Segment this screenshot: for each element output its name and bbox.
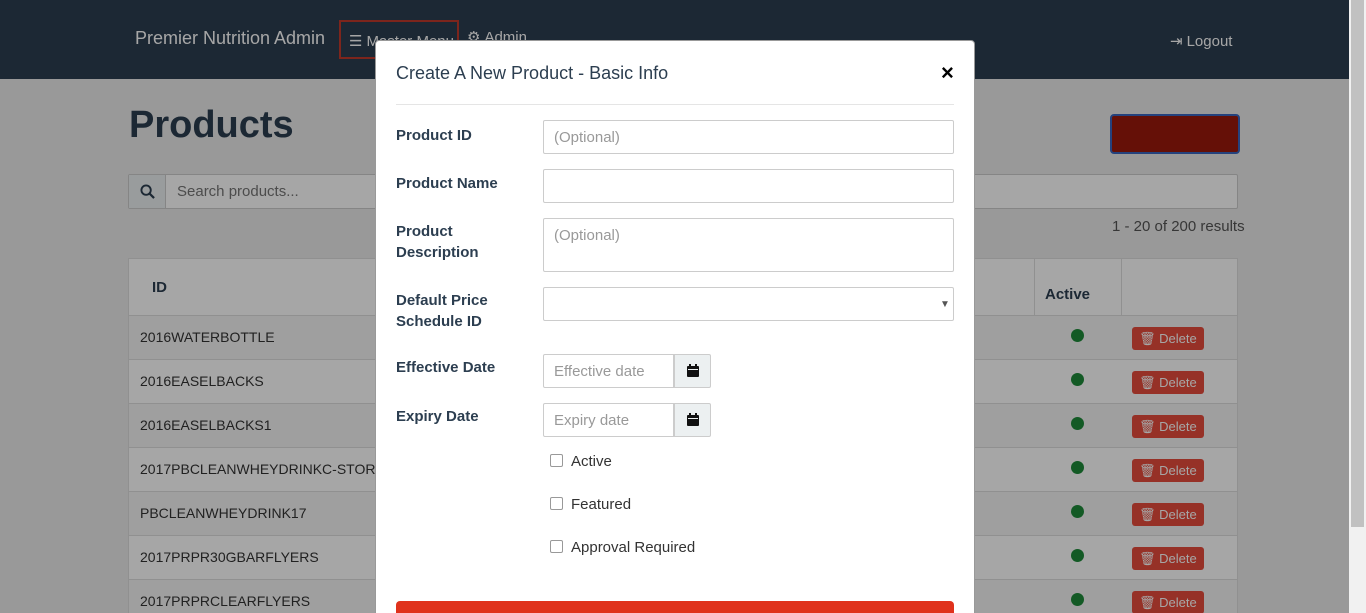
effective-date-label: Effective Date	[396, 359, 496, 376]
close-icon[interactable]: ×	[941, 60, 954, 86]
active-checkbox[interactable]	[550, 454, 563, 467]
calendar-icon	[687, 364, 699, 377]
effective-date-picker-button[interactable]	[674, 354, 711, 388]
chevron-down-icon: ▼	[940, 299, 950, 310]
product-description-textarea[interactable]	[543, 218, 954, 272]
approval-required-checkbox[interactable]	[550, 540, 563, 553]
effective-date-input[interactable]	[543, 354, 674, 388]
expiry-date-input[interactable]	[543, 403, 674, 437]
price-schedule-label: Default Price Schedule ID	[396, 292, 488, 330]
featured-checkbox-label[interactable]: Featured	[571, 496, 631, 513]
modal-title: Create A New Product - Basic Info	[396, 63, 669, 83]
expiry-date-label: Expiry Date	[396, 408, 479, 425]
expiry-date-picker-button[interactable]	[674, 403, 711, 437]
product-description-label: Product Description	[396, 223, 479, 261]
product-name-input[interactable]	[543, 169, 954, 203]
featured-checkbox[interactable]	[550, 497, 563, 510]
page-scrollbar[interactable]	[1349, 0, 1366, 613]
modal-divider	[396, 104, 954, 105]
active-checkbox-label[interactable]: Active	[571, 453, 612, 470]
create-product-modal: Create A New Product - Basic Info × Prod…	[375, 40, 975, 613]
price-schedule-select[interactable]	[543, 287, 954, 321]
submit-button[interactable]	[396, 601, 954, 613]
product-name-label: Product Name	[396, 175, 498, 192]
scrollbar-thumb[interactable]	[1351, 0, 1364, 527]
product-id-input[interactable]	[543, 120, 954, 154]
approval-required-checkbox-label[interactable]: Approval Required	[571, 539, 695, 556]
calendar-icon	[687, 413, 699, 426]
product-id-label: Product ID	[396, 127, 472, 144]
